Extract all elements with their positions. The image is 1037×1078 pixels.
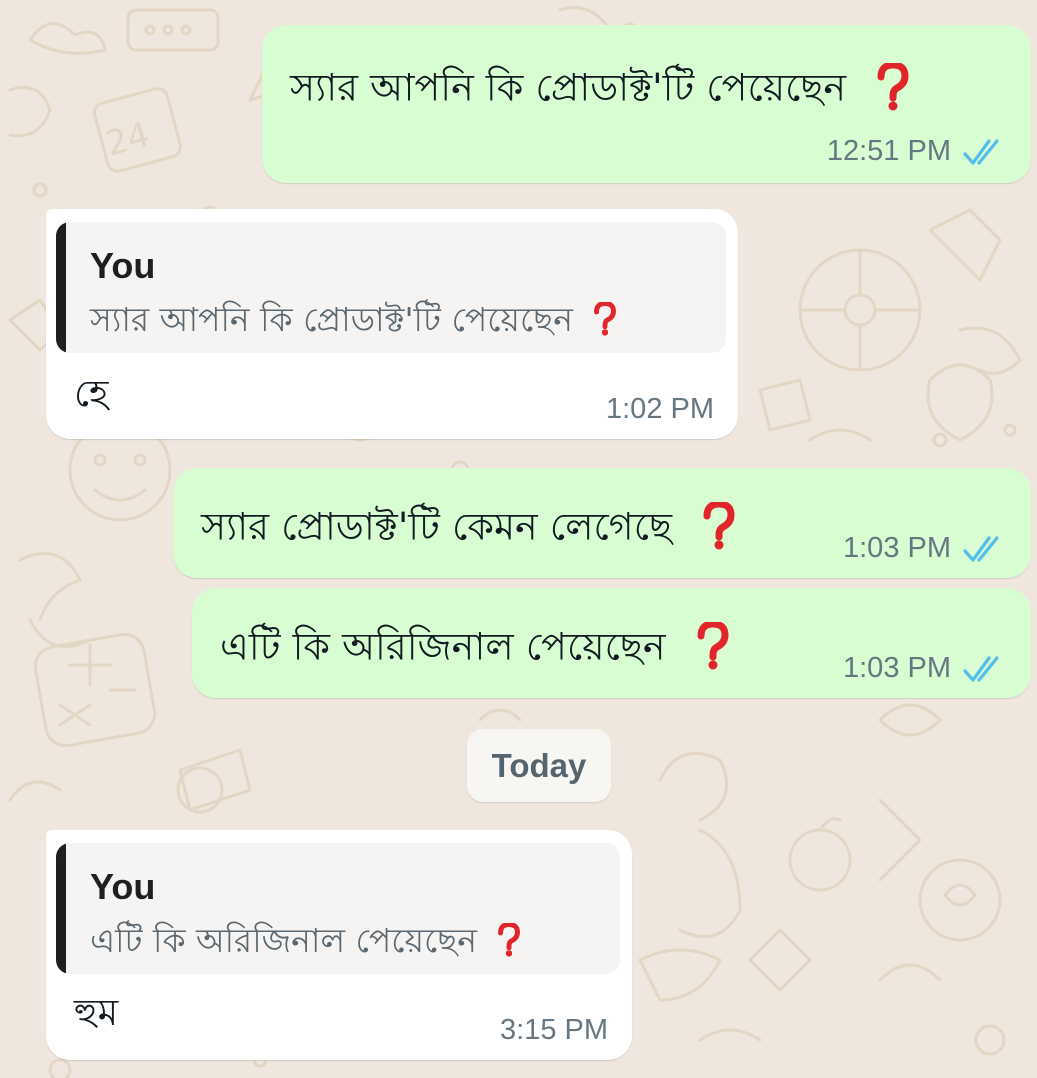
message-time: 12:51 PM <box>826 135 951 167</box>
quote-author: You <box>90 245 156 286</box>
svg-text:24: 24 <box>102 115 154 165</box>
outgoing-message[interactable]: এটি কি অরিজিনাল পেয়েছেন 1:03 PM <box>192 588 1031 698</box>
message-meta: 1:02 PM <box>606 395 714 424</box>
message-time: 1:03 PM <box>843 532 951 564</box>
incoming-message[interactable]: You এটি কি অরিজিনাল পেয়েছেন হুম 3:15 PM <box>46 830 632 1060</box>
outgoing-message[interactable]: স্যার প্রোডাক্ট'টি কেমন লেগেছে 1:03 PM <box>173 468 1031 578</box>
message-text: হুম <box>74 991 119 1034</box>
message-time: 1:03 PM <box>843 652 951 684</box>
message-body: স্যার প্রোডাক্ট'টি কেমন লেগেছে <box>201 504 673 549</box>
message-body: এটি কি অরিজিনাল পেয়েছেন <box>220 624 666 669</box>
message-meta: 1:03 PM <box>843 654 1007 683</box>
chat-area[interactable]: 24 স্যার আপনি কি প্রোডাক্ট'টি পেয়েছেন 1… <box>0 0 1037 1078</box>
question-mark-icon <box>497 921 521 962</box>
quoted-reply[interactable]: You এটি কি অরিজিনাল পেয়েছেন <box>56 843 620 974</box>
quote-bar <box>56 843 66 974</box>
message-time: 1:02 PM <box>606 393 714 425</box>
quote-text: স্যার আপনি কি প্রোডাক্ট'টি পেয়েছেন <box>90 300 617 341</box>
message-body: স্যার আপনি কি প্রোডাক্ট'টি পেয়েছেন <box>290 65 847 110</box>
double-check-icon <box>963 535 999 562</box>
message-time: 3:15 PM <box>500 1014 608 1046</box>
date-divider: Today <box>467 729 611 802</box>
quote-text: এটি কি অরিজিনাল পেয়েছেন <box>90 921 521 962</box>
double-check-icon <box>963 655 999 682</box>
incoming-message[interactable]: You স্যার আপনি কি প্রোডাক্ট'টি পেয়েছেন … <box>46 209 738 439</box>
message-text: এটি কি অরিজিনাল পেয়েছেন <box>220 620 730 676</box>
quote-bar <box>56 222 66 353</box>
message-meta: 1:03 PM <box>843 534 1007 563</box>
quote-text-body: এটি কি অরিজিনাল পেয়েছেন <box>90 921 477 960</box>
outgoing-message[interactable]: স্যার আপনি কি প্রোডাক্ট'টি পেয়েছেন 12:5… <box>262 25 1031 183</box>
quoted-reply[interactable]: You স্যার আপনি কি প্রোডাক্ট'টি পেয়েছেন <box>56 222 726 353</box>
question-mark-icon <box>593 300 617 341</box>
double-check-icon <box>963 138 999 165</box>
quote-author: You <box>90 866 156 907</box>
message-text: হে <box>74 372 109 415</box>
message-text: স্যার প্রোডাক্ট'টি কেমন লেগেছে <box>201 500 736 556</box>
message-meta: 3:15 PM <box>500 1016 608 1045</box>
quote-text-body: স্যার আপনি কি প্রোডাক্ট'টি পেয়েছেন <box>90 300 573 339</box>
question-mark-icon <box>702 500 736 556</box>
message-text: স্যার আপনি কি প্রোডাক্ট'টি পেয়েছেন <box>290 61 910 117</box>
question-mark-icon <box>696 620 730 676</box>
question-mark-icon <box>876 61 910 117</box>
message-meta: 12:51 PM <box>827 137 1007 166</box>
